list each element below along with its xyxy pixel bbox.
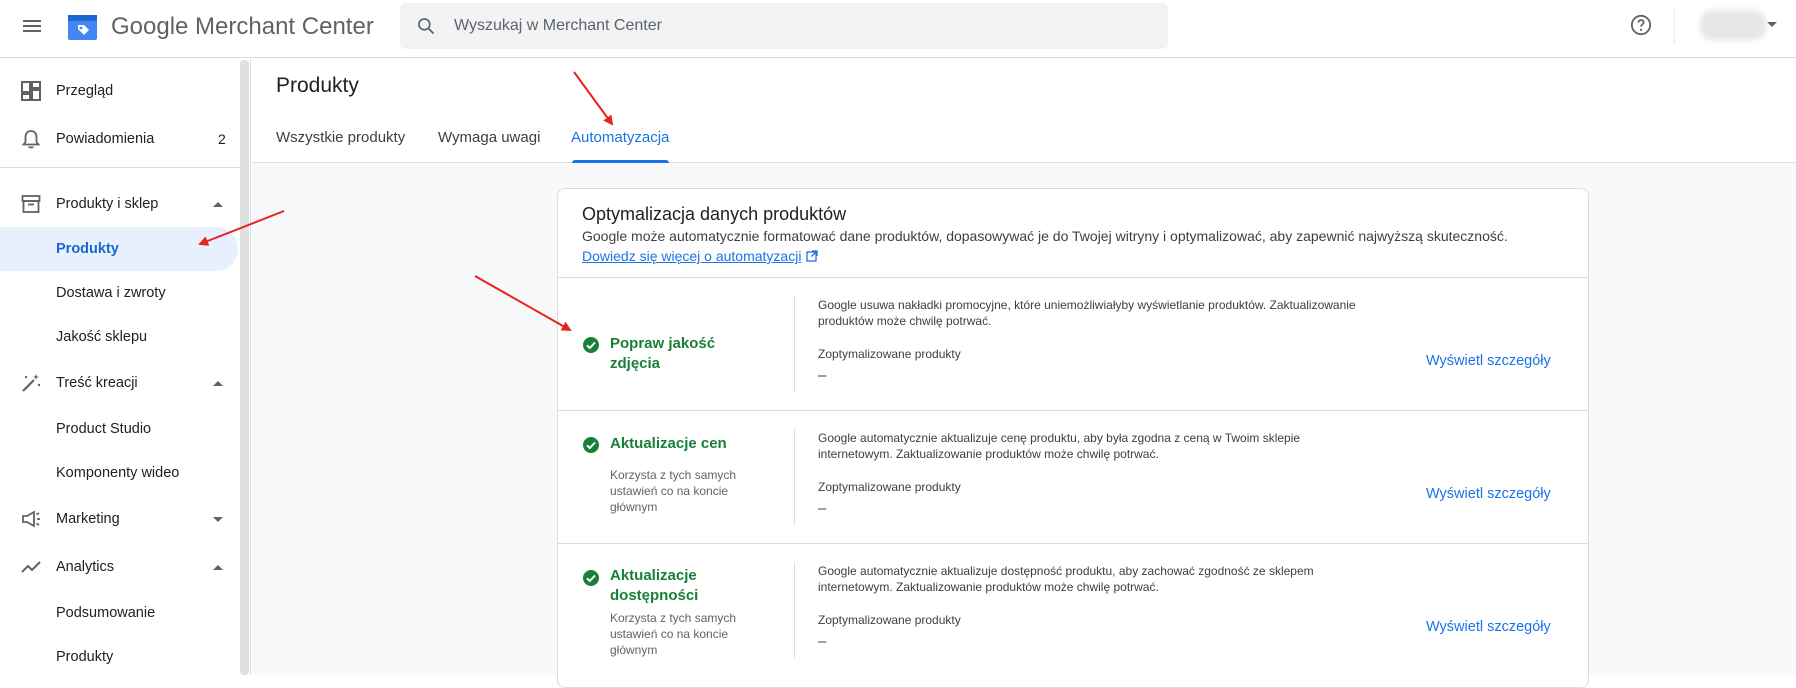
row-title: Popraw jakość zdjęcia (610, 335, 716, 372)
metric-label: Zoptymalizowane produkty (818, 480, 961, 494)
metric-value: – (818, 367, 827, 384)
active-tab-indicator (572, 160, 669, 163)
store-icon (21, 195, 41, 213)
sidebar-item-label: Dostawa i zwroty (56, 285, 166, 301)
row-title: Aktualizacje dostępności (610, 567, 699, 604)
automation-row: Aktualizacje dostępności Korzysta z tych… (558, 543, 1588, 676)
page-header: Produkty Wszystkie produkty Wymaga uwagi… (252, 59, 1796, 163)
sidebar-item-marketing[interactable]: Marketing (0, 497, 240, 541)
sidebar-item-dostawa-i-zwroty[interactable]: Dostawa i zwroty (0, 271, 240, 315)
sidebar-item-label: Produkty (56, 649, 114, 665)
divider (794, 296, 795, 392)
sidebar-scrollbar[interactable] (240, 60, 249, 675)
tab-wymaga-uwagi[interactable]: Wymaga uwagi (438, 129, 540, 146)
check-circle-icon (583, 570, 599, 586)
check-circle-icon (583, 437, 599, 453)
learn-more-link[interactable]: Dowiedz się więcej o automatyzacji (582, 248, 819, 264)
row-note: Korzysta z tych samych ustawień co na ko… (610, 468, 737, 514)
row-description: Google automatycznie aktualizuje cenę pr… (818, 431, 1301, 461)
divider (794, 562, 795, 658)
menu-icon[interactable] (20, 14, 44, 38)
sidebar-item-product-studio[interactable]: Product Studio (0, 407, 240, 451)
trending-icon (21, 561, 41, 573)
metric-label: Zoptymalizowane produkty (818, 613, 961, 627)
card-description: Google może automatycznie formatować dan… (582, 228, 1508, 244)
chevron-up-icon[interactable] (213, 564, 223, 570)
app-title: Google Merchant Center (111, 13, 374, 40)
sidebar-item-produkty[interactable]: Produkty (0, 227, 238, 271)
top-app-bar: Google Merchant Center (0, 0, 1796, 58)
sidebar-item-przeglad[interactable]: Przegląd (0, 69, 240, 113)
view-details-button[interactable]: Wyświetl szczegóły (1426, 486, 1551, 502)
view-details-button[interactable]: Wyświetl szczegóły (1426, 353, 1551, 369)
optimization-card: Optymalizacja danych produktów Google mo… (557, 188, 1589, 688)
sidebar-item-label: Produkty i sklep (56, 196, 159, 212)
sidebar-item-label: Produkty (56, 241, 119, 257)
search-bar[interactable] (400, 3, 1168, 49)
tab-automatyzacja[interactable]: Automatyzacja (571, 129, 669, 146)
sidebar-item-label: Przegląd (56, 83, 114, 99)
sidebar-item-analytics[interactable]: Analytics (0, 545, 240, 589)
learn-more-label: Dowiedz się więcej o automatyzacji (582, 248, 802, 264)
divider (0, 167, 240, 168)
sidebar-item-label: Analytics (56, 559, 115, 575)
metric-value: – (818, 500, 827, 517)
check-circle-icon (583, 337, 599, 353)
row-description: Google usuwa nakładki promocyjne, które … (818, 298, 1356, 328)
magic-wand-icon (22, 374, 41, 392)
merchant-logo-icon[interactable] (68, 12, 97, 40)
page-title: Produkty (276, 74, 359, 97)
row-description: Google automatycznie aktualizuje dostępn… (818, 564, 1314, 594)
notification-count: 2 (218, 131, 226, 147)
sidebar-item-powiadomienia[interactable]: Powiadomienia 2 (0, 117, 240, 161)
sidebar-item-jakosc-sklepu[interactable]: Jakość sklepu (0, 315, 240, 359)
metric-value: – (818, 633, 827, 650)
row-note: Korzysta z tych samych ustawień co na ko… (610, 611, 737, 657)
megaphone-icon (22, 510, 40, 528)
chevron-up-icon[interactable] (213, 201, 223, 207)
sidebar-item-label: Treść kreacji (56, 375, 138, 391)
account-avatar[interactable] (1700, 10, 1766, 40)
sidebar-item-produkty-i-sklep[interactable]: Produkty i sklep (0, 182, 240, 226)
view-details-button[interactable]: Wyświetl szczegóły (1426, 619, 1551, 635)
sidebar-item-label: Powiadomienia (56, 131, 155, 147)
help-icon[interactable] (1630, 14, 1652, 36)
search-icon (418, 18, 435, 35)
bell-icon (21, 130, 41, 149)
sidebar-item-tresc-kreacji[interactable]: Treść kreacji (0, 361, 240, 405)
sidebar-item-label: Product Studio (56, 421, 152, 437)
sidebar-item-label: Podsumowanie (56, 605, 156, 621)
tab-wszystkie-produkty[interactable]: Wszystkie produkty (276, 129, 405, 146)
metric-label: Zoptymalizowane produkty (818, 347, 961, 361)
chevron-down-icon[interactable] (213, 516, 223, 522)
sidebar-item-komponenty-wideo[interactable]: Komponenty wideo (0, 451, 240, 495)
automation-row: Popraw jakość zdjęcia Google usuwa nakła… (558, 277, 1588, 410)
chevron-up-icon[interactable] (213, 380, 223, 386)
sidebar-item-label: Marketing (56, 511, 120, 527)
sidebar-item-analytics-produkty[interactable]: Produkty (0, 635, 240, 679)
external-link-icon (806, 250, 819, 262)
chevron-down-icon[interactable] (1767, 22, 1777, 27)
search-input[interactable] (454, 3, 1134, 49)
row-title: Aktualizacje cen (610, 435, 727, 452)
automation-row: Aktualizacje cen Korzysta z tych samych … (558, 410, 1588, 543)
divider (794, 429, 795, 525)
card-title: Optymalizacja danych produktów (582, 204, 847, 224)
sidebar-item-label: Komponenty wideo (56, 465, 180, 481)
sidebar-item-podsumowanie[interactable]: Podsumowanie (0, 591, 240, 635)
sidebar: Przegląd Powiadomienia 2 Produkty i skle… (0, 59, 251, 675)
sidebar-item-label: Jakość sklepu (56, 329, 148, 345)
divider (1674, 8, 1675, 44)
dashboard-icon (21, 81, 41, 101)
